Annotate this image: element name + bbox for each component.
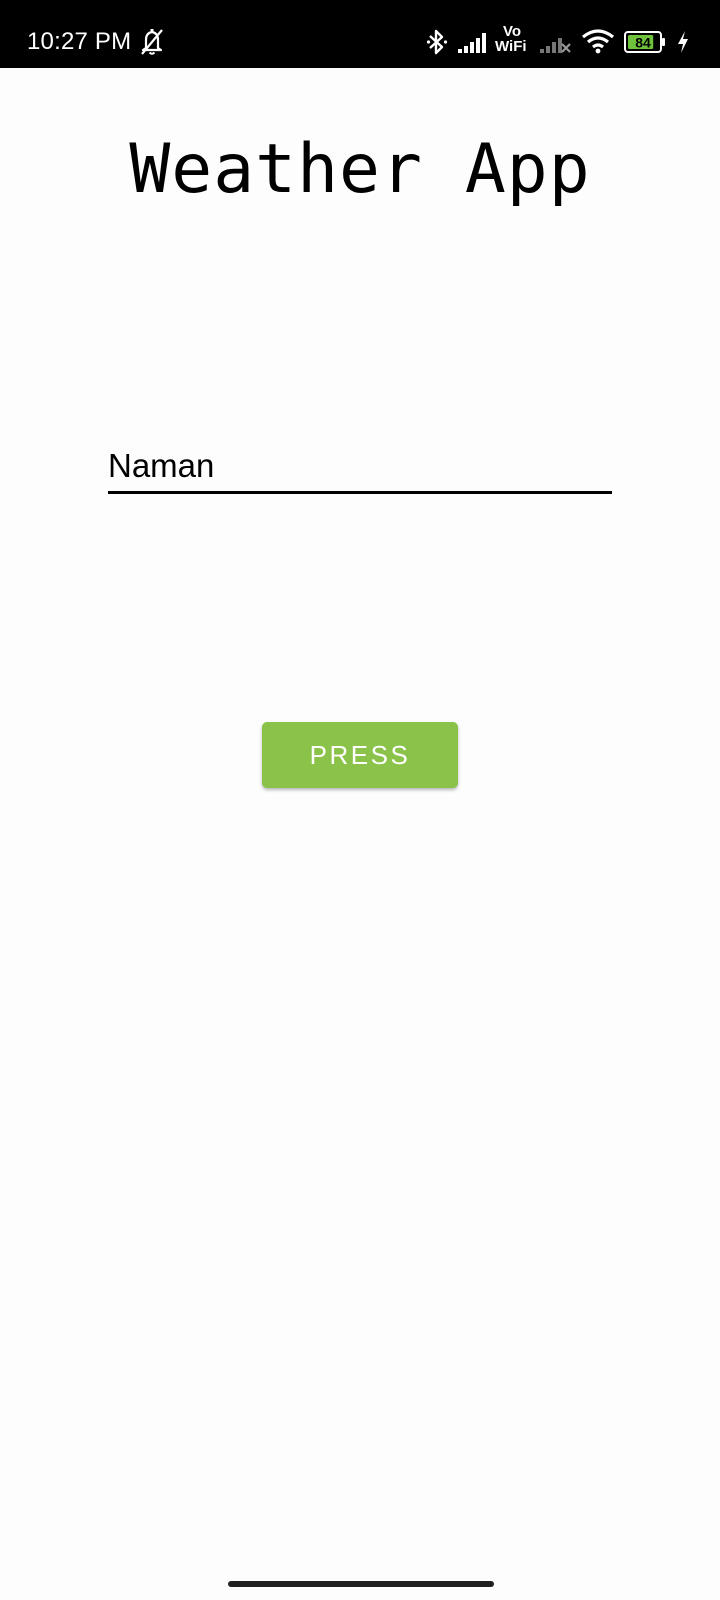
- battery-level: 84: [635, 35, 651, 51]
- charging-icon: [676, 30, 690, 54]
- name-input[interactable]: [108, 440, 612, 494]
- home-indicator[interactable]: [228, 1581, 494, 1587]
- vowifi-wifi-label: WiFi: [495, 38, 527, 55]
- press-button[interactable]: PRESS: [262, 722, 458, 788]
- wifi-icon: [581, 28, 615, 54]
- app-title: Weather App: [129, 130, 591, 209]
- signal-icon: [458, 32, 490, 54]
- vowifi-icon: Vo WiFi: [495, 24, 531, 56]
- battery-icon: 84: [624, 31, 666, 53]
- status-time: 10:27 PM: [27, 28, 132, 55]
- status-bar: 10:27 PM Vo WiFi 84: [0, 0, 720, 68]
- signal-off-icon: [540, 32, 572, 54]
- bluetooth-icon: [426, 28, 448, 56]
- bell-off-icon: [140, 28, 164, 56]
